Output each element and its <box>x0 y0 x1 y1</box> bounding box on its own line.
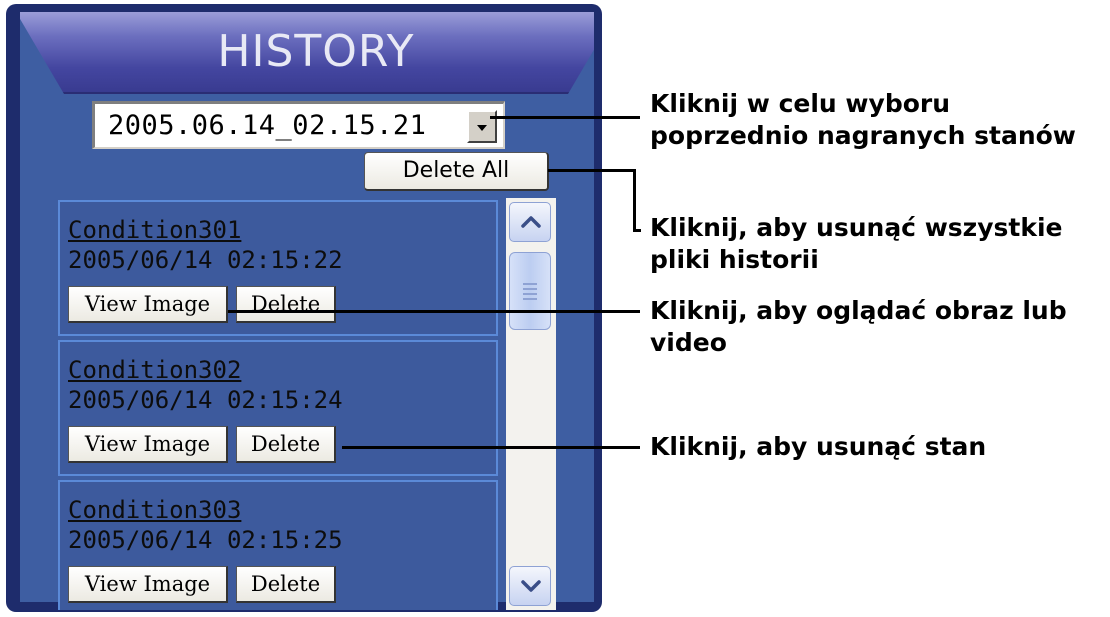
callout-line-view <box>228 310 640 313</box>
panel-title: HISTORY <box>217 26 415 77</box>
callout-view-line1: Kliknij, aby oglądać obraz lub <box>650 296 1067 325</box>
scroll-down-button[interactable] <box>509 566 551 606</box>
callout-delete-line1: Kliknij, aby usunąć stan <box>650 432 987 461</box>
condition-datetime: 2005/06/14 02:15:22 <box>68 246 343 274</box>
scroll-up-button[interactable] <box>509 202 551 242</box>
condition-datetime: 2005/06/14 02:15:25 <box>68 526 343 554</box>
panel-header: HISTORY <box>20 12 594 94</box>
condition-link[interactable]: Condition302 <box>68 356 241 384</box>
list-item: Condition302 2005/06/14 02:15:24 View Im… <box>58 340 498 476</box>
callout-line-select <box>490 116 640 119</box>
chevron-down-icon[interactable] <box>467 110 497 143</box>
condition-datetime: 2005/06/14 02:15:24 <box>68 386 343 414</box>
callout-delete: Kliknij, aby usunąć stan <box>650 431 986 463</box>
callout-delete-all: Kliknij, aby usunąć wszystkie pliki hist… <box>650 212 1063 276</box>
chevron-down-icon <box>521 580 541 592</box>
list-scrollbar[interactable] <box>506 198 556 610</box>
callout-delete-all-line2: pliki historii <box>650 245 819 274</box>
callout-select-line2: poprzednio nagranych stanów <box>650 121 1076 150</box>
history-date-select[interactable]: 2005.06.14_02.15.21 <box>92 101 505 149</box>
chevron-up-icon <box>521 216 541 228</box>
callout-line-delete-all-h1 <box>548 169 636 172</box>
view-image-button[interactable]: View Image <box>68 426 228 463</box>
grip-icon <box>523 283 537 303</box>
delete-all-button[interactable]: Delete All <box>364 152 549 191</box>
condition-link[interactable]: Condition301 <box>68 216 241 244</box>
callout-delete-all-line1: Kliknij, aby usunąć wszystkie <box>650 213 1063 242</box>
delete-button[interactable]: Delete <box>236 286 336 323</box>
callout-line-delete-all-v <box>633 169 636 232</box>
callout-line-delete <box>342 446 640 449</box>
history-date-value: 2005.06.14_02.15.21 <box>108 110 427 141</box>
condition-link[interactable]: Condition303 <box>68 496 241 524</box>
callout-view-line2: video <box>650 328 727 357</box>
callout-line-delete-all-h2 <box>633 229 641 232</box>
callout-view: Kliknij, aby oglądać obraz lub video <box>650 295 1067 359</box>
list-item: Condition301 2005/06/14 02:15:22 View Im… <box>58 200 498 336</box>
callout-select: Kliknij w celu wyboru poprzednio nagrany… <box>650 88 1076 152</box>
callout-select-line1: Kliknij w celu wyboru <box>650 89 951 118</box>
view-image-button[interactable]: View Image <box>68 566 228 603</box>
history-list: Condition301 2005/06/14 02:15:22 View Im… <box>58 198 502 610</box>
view-image-button[interactable]: View Image <box>68 286 228 323</box>
list-item: Condition303 2005/06/14 02:15:25 View Im… <box>58 480 498 610</box>
delete-button[interactable]: Delete <box>236 426 336 463</box>
scroll-thumb[interactable] <box>509 252 551 330</box>
delete-button[interactable]: Delete <box>236 566 336 603</box>
